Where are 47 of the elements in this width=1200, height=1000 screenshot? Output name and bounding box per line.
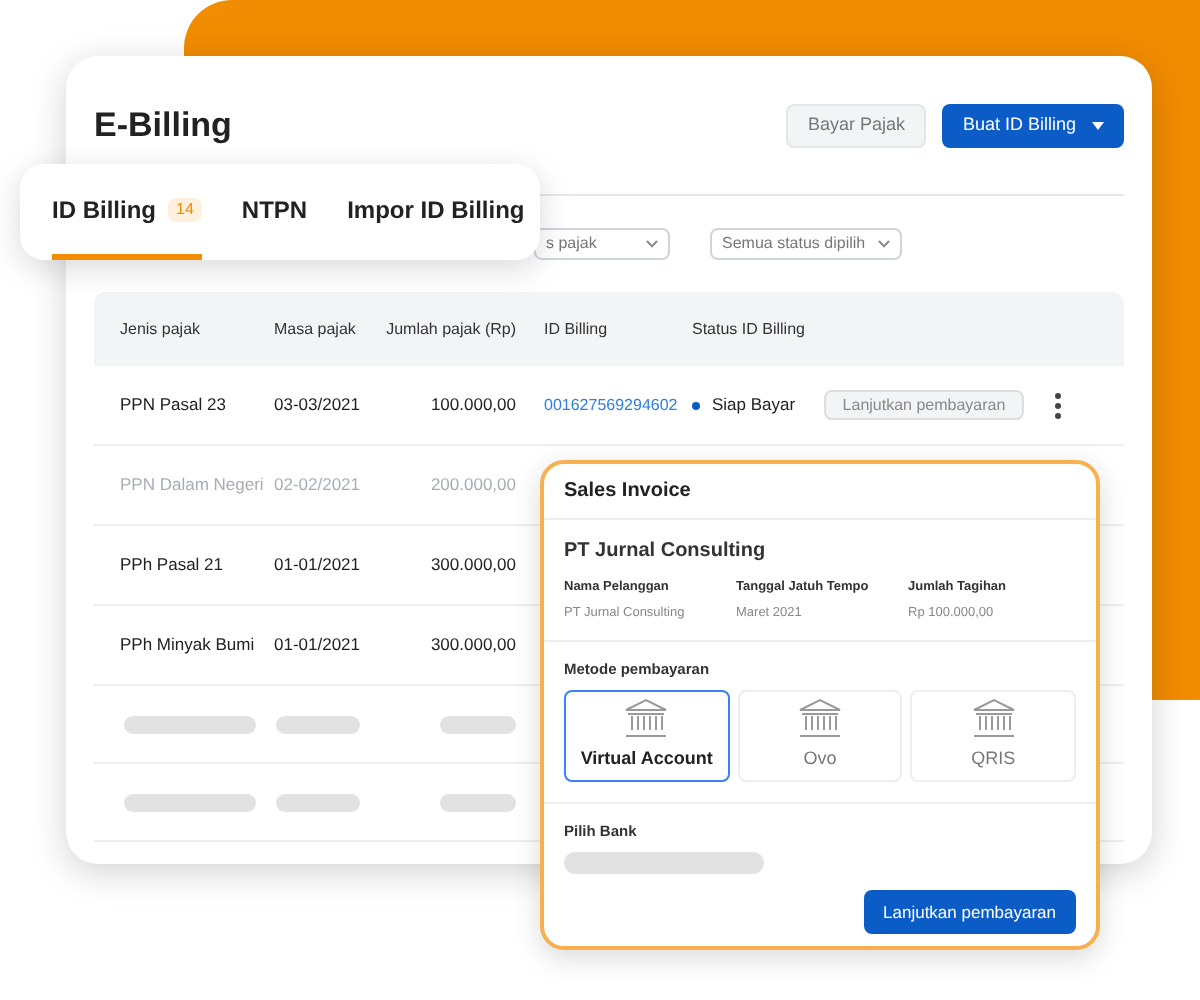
skeleton-bar (440, 793, 516, 811)
bank-icon (798, 698, 842, 738)
table-cell: PPN Pasal 23 (120, 392, 226, 418)
tab[interactable]: Impor ID Billing (347, 164, 525, 260)
table-cell: 300.000,00 (430, 552, 516, 578)
bank-icon (971, 698, 1016, 738)
table-cell: 200.000,00 (430, 472, 516, 498)
tab[interactable]: NTPN (241, 164, 308, 260)
table-cell: 100.000,00 (430, 392, 516, 418)
payment-method-option[interactable]: Virtual Account (564, 689, 730, 782)
skeleton-bar (124, 793, 256, 811)
skeleton-bar (276, 793, 360, 811)
skeleton-bar (440, 715, 516, 733)
table-cell: PPh Pasal 21 (120, 552, 224, 578)
filter-dropdown[interactable]: Semua status dipilih (710, 228, 902, 260)
tab[interactable]: ID Billing 14 (52, 164, 202, 260)
column-header: Jenis pajak (120, 317, 201, 341)
more-icon[interactable] (1054, 391, 1062, 419)
card-title: Sales Invoice (564, 478, 691, 506)
chevron-icon (646, 240, 658, 248)
skeleton-bar (276, 715, 360, 733)
skeleton-bar (124, 715, 256, 733)
count-badge: 14 (168, 197, 202, 221)
table-cell: 01-01/2021 (274, 632, 361, 658)
table-cell: PPN Dalam Negeri (120, 472, 264, 498)
column-header: Masa pajak (274, 317, 356, 341)
payment-method-option[interactable]: QRIS (910, 689, 1077, 782)
column-header: ID Billing (544, 317, 608, 341)
page-title: E-Billing (94, 103, 232, 148)
table-cell: 03-03/2021 (274, 392, 361, 418)
table-cell: PPh Minyak Bumi (120, 632, 255, 658)
chevron-icon (877, 240, 890, 248)
column-header: Status ID Billing (692, 317, 805, 341)
create-billing-button[interactable]: Buat ID Billing (942, 103, 1124, 147)
pay-tax-button[interactable]: Bayar Pajak (785, 103, 927, 147)
company-name: PT Jurnal Consulting (564, 538, 768, 566)
continue-payment-button[interactable]: Lanjutkan pembayaran (863, 890, 1076, 934)
table-cell: 01-01/2021 (274, 552, 361, 578)
status-text: Siap Bayar (712, 392, 796, 418)
caret-icon (1092, 121, 1104, 129)
table-cell: 300.000,00 (430, 632, 516, 658)
continue-payment-button[interactable]: Lanjutkan pembayaran (824, 390, 1024, 420)
table-cell: 02-02/2021 (274, 472, 361, 498)
payment-method-option[interactable]: Ovo (737, 689, 903, 782)
billing-id-link[interactable]: 001627569294602 (544, 393, 678, 417)
column-header: Jumlah pajak (Rp) (386, 317, 516, 341)
bank-icon (624, 698, 669, 738)
